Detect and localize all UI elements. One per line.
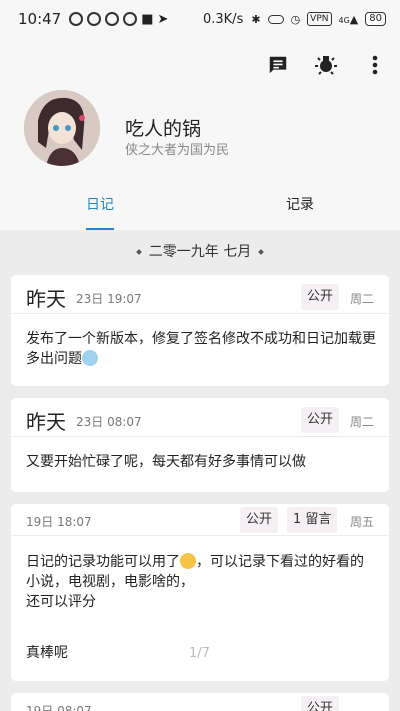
bluetooth-icon: ✱ bbox=[251, 12, 261, 26]
smile-emoji-icon bbox=[180, 553, 196, 569]
alarm-icon: ◷ bbox=[290, 12, 301, 26]
toggle-icon bbox=[267, 14, 284, 24]
network-speed: 0.3K/s bbox=[202, 11, 244, 27]
check-circle-icon bbox=[123, 12, 138, 26]
card-time: 23日 19:07 bbox=[76, 292, 142, 306]
lightbulb-icon[interactable] bbox=[313, 52, 339, 78]
visibility-badge[interactable]: 公开 bbox=[301, 407, 340, 433]
diary-card[interactable]: 19日 18:07 公开 1 留言 周五 日记的记录功能可以用了 ，可以记录下看过… bbox=[11, 504, 389, 681]
visibility-badge[interactable]: 公开 bbox=[301, 696, 340, 711]
diamond-icon bbox=[258, 249, 265, 255]
tab-bar: 日记 记录 bbox=[0, 188, 400, 230]
visibility-badge[interactable]: 公开 bbox=[301, 284, 340, 310]
diary-card[interactable]: 昨天 23日 19:07 公开 周二 发布了一个新版本，修复了签名修改不成功和日… bbox=[11, 275, 389, 386]
card-day: 昨天 bbox=[26, 410, 66, 434]
cat-icon: ■ bbox=[141, 11, 154, 27]
app-notification-icon bbox=[69, 12, 84, 26]
card-text: 日记的记录功能可以用了 ，可以记录下看过的好看的小说，电视剧，电影啥的， 还可以评分 bbox=[26, 553, 364, 610]
card-time: 23日 08:07 bbox=[76, 415, 142, 429]
comments-badge[interactable]: 1 留言 bbox=[287, 507, 338, 533]
month-label: 二零一九年 七月 bbox=[148, 244, 252, 260]
card-weekday: 周二 bbox=[350, 415, 375, 429]
card-divider bbox=[11, 535, 389, 536]
diary-card[interactable]: 19日 08:07 公开 bbox=[11, 693, 389, 711]
month-header: 二零一九年 七月 bbox=[0, 241, 400, 261]
card-text: 又要开始忙碌了呢，每天都有好多事情可以做 bbox=[26, 454, 306, 470]
battery-icon: 80 bbox=[365, 12, 386, 26]
profile-name: 吃人的锅 bbox=[125, 118, 202, 140]
profile-header: 吃人的锅 侠之大者为国为民 日记 记录 bbox=[0, 38, 400, 230]
card-time: 19日 08:07 bbox=[26, 704, 92, 711]
profile-signature: 侠之大者为国为民 bbox=[125, 143, 230, 158]
diamond-icon bbox=[135, 249, 142, 255]
tab-diary[interactable]: 日记 bbox=[0, 188, 200, 230]
sweat-emoji-icon bbox=[82, 350, 98, 366]
card-weekday: 周五 bbox=[350, 515, 375, 529]
check-circle-icon bbox=[105, 12, 120, 26]
notification-icons: ■ ➤ bbox=[69, 12, 168, 27]
card-weekday: 周二 bbox=[350, 292, 375, 306]
signal-icon: 4G▲ bbox=[338, 12, 359, 26]
send-icon: ➤ bbox=[157, 11, 169, 27]
status-bar: 10:47 ■ ➤ 0.3K/s ✱ ◷ VPN 4G▲ 80 bbox=[0, 0, 400, 38]
card-text: 发布了一个新版本，修复了签名修改不成功和日记加载更多出问题 bbox=[26, 331, 376, 367]
tab-records[interactable]: 记录 bbox=[200, 188, 400, 230]
check-circle-icon bbox=[87, 12, 102, 26]
diary-card[interactable]: 昨天 23日 08:07 公开 周二 又要开始忙碌了呢，每天都有好多事情可以做 bbox=[11, 398, 389, 492]
card-divider bbox=[11, 436, 389, 437]
vpn-icon: VPN bbox=[307, 12, 332, 26]
more-vert-icon[interactable] bbox=[362, 52, 388, 78]
card-time: 19日 18:07 bbox=[26, 515, 92, 529]
status-time: 10:47 bbox=[18, 10, 62, 28]
card-day: 昨天 bbox=[26, 287, 66, 311]
avatar[interactable] bbox=[24, 90, 100, 166]
visibility-badge[interactable]: 公开 bbox=[240, 507, 279, 533]
message-icon[interactable] bbox=[265, 52, 291, 78]
page-indicator: 1/7 bbox=[189, 646, 210, 661]
card-divider bbox=[11, 313, 389, 314]
